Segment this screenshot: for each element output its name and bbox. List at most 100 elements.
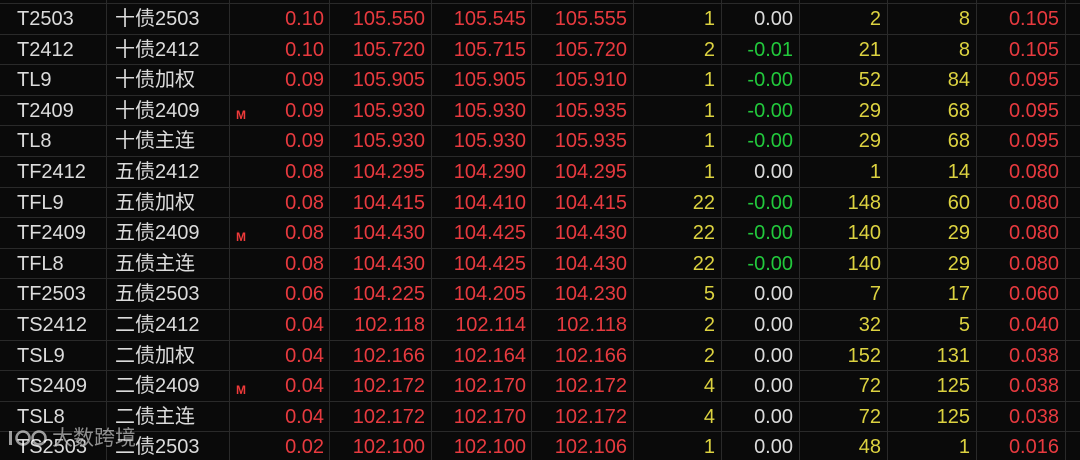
- cell-last: 105.720: [330, 34, 432, 65]
- cell-bid: 104.425: [432, 218, 532, 248]
- cell-ask: 104.430: [532, 218, 634, 248]
- cell-ask: 105.555: [532, 4, 634, 34]
- table-row[interactable]: T2503 十债2503 0.10 105.550 105.545 105.555 1 0.0…: [0, 4, 1080, 35]
- cell-lots: 1: [634, 4, 722, 34]
- cell-code: TF2409: [0, 218, 107, 248]
- cell-bid: 105.545: [432, 4, 532, 34]
- cell-vol: 29: [800, 126, 888, 156]
- cell-code: TF2503: [0, 279, 107, 309]
- cell-spacer: [1066, 4, 1080, 34]
- cell-spacer: [1066, 279, 1080, 309]
- cell-last: 102.172: [330, 371, 432, 401]
- contract-flag-badge: M: [236, 383, 246, 398]
- cell-spacer: [1066, 157, 1080, 187]
- cell-name: 十债主连: [107, 126, 230, 156]
- cell-vol: 52: [800, 65, 888, 95]
- table-row[interactable]: TFL8 五债主连 0.08 104.430 104.425 104.430 22 -0.00…: [0, 248, 1080, 280]
- cell-oi: 29: [888, 248, 977, 279]
- cell-vol: 48: [800, 432, 888, 460]
- cell-lots: 1: [634, 65, 722, 95]
- cell-code: T2503: [0, 4, 107, 34]
- cell-lots: 4: [634, 401, 722, 432]
- cell-bid: 102.100: [432, 432, 532, 460]
- cell-delta: -0.00: [722, 218, 800, 248]
- cell-name: 十债2412: [107, 34, 230, 65]
- cell-delta: 0.00: [722, 310, 800, 340]
- cell-ask: [532, 0, 634, 3]
- cell-code: [0, 0, 107, 3]
- cell-pct: 0.095: [977, 95, 1066, 126]
- cell-name: 十债2409: [107, 95, 230, 126]
- cell-spacer: [1066, 96, 1080, 126]
- cell-change: 0.09: [262, 65, 330, 95]
- cell-spacer: [1066, 35, 1080, 65]
- cell-change: [262, 0, 330, 3]
- cell-vol: 140: [800, 218, 888, 248]
- cell-pct: 0.038: [977, 340, 1066, 371]
- cell-code: TFL9: [0, 187, 107, 218]
- contract-flag-badge: M: [236, 230, 246, 245]
- cell-delta: -0.00: [722, 187, 800, 218]
- cell-lots: [634, 0, 722, 3]
- cell-oi: 125: [888, 371, 977, 401]
- table-row[interactable]: T2409 十债2409 M 0.09 105.930 105.930 105.935 1 -0…: [0, 95, 1080, 127]
- table-row[interactable]: TFL9 五债加权 0.08 104.415 104.410 104.415 22 -0.00…: [0, 187, 1080, 219]
- cell-bid: 105.715: [432, 34, 532, 65]
- cell-ask: 104.430: [532, 248, 634, 279]
- cell-vol: 21: [800, 34, 888, 65]
- table-row[interactable]: TS2412 二债2412 0.04 102.118 102.114 102.118 2 0.…: [0, 310, 1080, 341]
- cell-delta: 0.00: [722, 340, 800, 371]
- cell-vol: 1: [800, 157, 888, 187]
- cell-vol: 29: [800, 95, 888, 126]
- cell-name: 二债2412: [107, 310, 230, 340]
- cell-pct: 0.016: [977, 432, 1066, 460]
- cell-ask: 102.106: [532, 432, 634, 460]
- cell-spacer: [1066, 371, 1080, 401]
- cell-vol: 32: [800, 310, 888, 340]
- cell-spacer: [1066, 341, 1080, 371]
- table-row[interactable]: TF2503 五债2503 0.06 104.225 104.205 104.230 5 0.…: [0, 279, 1080, 310]
- cell-name: 十债加权: [107, 65, 230, 95]
- table-row[interactable]: T2412 十债2412 0.10 105.720 105.715 105.720 2 -0.…: [0, 34, 1080, 66]
- cell-pct: 0.038: [977, 401, 1066, 432]
- table-row[interactable]: TS2409 二债2409 M 0.04 102.172 102.170 102.172 4 0…: [0, 371, 1080, 402]
- cell-name: [107, 0, 230, 3]
- cell-spacer: [1066, 402, 1080, 432]
- cell-last: 104.430: [330, 218, 432, 248]
- table-row[interactable]: TSL9 二债加权 0.04 102.166 102.164 102.166 2 0.00 15…: [0, 340, 1080, 372]
- cell-vol: 2: [800, 4, 888, 34]
- contract-flag-badge: [230, 35, 262, 65]
- table-row[interactable]: TL8 十债主连 0.09 105.930 105.930 105.935 1 -0.00 29…: [0, 126, 1080, 157]
- table-row[interactable]: TF2412 五债2412 0.08 104.295 104.290 104.295 1 0.…: [0, 157, 1080, 188]
- cell-last: 104.415: [330, 187, 432, 218]
- cell-last: 102.118: [330, 310, 432, 340]
- cell-delta: -0.01: [722, 34, 800, 65]
- cell-ask: 102.166: [532, 340, 634, 371]
- cell-code: TL8: [0, 126, 107, 156]
- table-row[interactable]: TL9 十债加权 0.09 105.905 105.905 105.910 1 -0.00 52…: [0, 65, 1080, 96]
- contract-flag-badge: [230, 310, 262, 340]
- cell-delta: 0.00: [722, 401, 800, 432]
- table-row[interactable]: TSL8 二债主连 0.04 102.172 102.170 102.172 4 0.00 72…: [0, 401, 1080, 433]
- cell-bid: 102.170: [432, 401, 532, 432]
- contract-flag-badge: [230, 341, 262, 371]
- cell-code: TFL8: [0, 248, 107, 279]
- cell-last: 104.295: [330, 157, 432, 187]
- cell-ask: 102.172: [532, 401, 634, 432]
- cell-pct: [977, 0, 1066, 3]
- cell-oi: 68: [888, 95, 977, 126]
- cell-last: 102.172: [330, 401, 432, 432]
- cell-lots: 2: [634, 34, 722, 65]
- cell-name: 五债加权: [107, 187, 230, 218]
- cell-change: 0.08: [262, 248, 330, 279]
- cell-change: 0.09: [262, 126, 330, 156]
- table-row[interactable]: TF2409 五债2409 M 0.08 104.430 104.425 104.430 22…: [0, 218, 1080, 249]
- cell-change: 0.02: [262, 432, 330, 460]
- cell-bid: 104.290: [432, 157, 532, 187]
- table-row[interactable]: TS2503 二债2503 0.02 102.100 102.100 102.106 1 0.…: [0, 432, 1080, 460]
- cell-last: [330, 0, 432, 3]
- cell-change: 0.08: [262, 157, 330, 187]
- cell-name: 五债主连: [107, 248, 230, 279]
- cell-lots: 22: [634, 248, 722, 279]
- cell-ask: 102.172: [532, 371, 634, 401]
